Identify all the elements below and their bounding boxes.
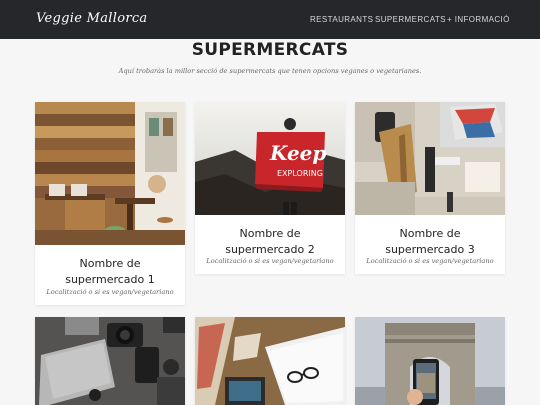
card-1-title-line2[interactable]: supermercado 1 [35, 272, 185, 287]
cafe-interior-photo [35, 102, 185, 245]
page-title: SUPERMERCATS [191, 40, 349, 60]
supermarket-card-5[interactable] [195, 317, 345, 405]
flag-text-keep: Keep [269, 141, 326, 165]
card-3-title-line2[interactable]: supermercado 3 [355, 242, 505, 257]
card-4-image[interactable] [35, 317, 185, 405]
nav-link-informacio[interactable]: + INFORMACIÓ [447, 15, 510, 24]
card-3-title-line1[interactable]: Nombre de [355, 226, 505, 241]
nav-link-restaurants[interactable]: RESTAURANTS [310, 15, 373, 24]
supermarket-card-4[interactable] [35, 317, 185, 405]
supermarket-card-3[interactable]: Nombre de supermercado 3 Localització o … [355, 102, 505, 274]
supermarket-card-1[interactable]: Nombre de supermercado 1 Localització o … [35, 102, 185, 305]
card-5-image[interactable] [195, 317, 345, 405]
laptop-camera-photo [35, 317, 185, 405]
supermarket-card-2[interactable]: Keep EXPLORING Nombre de supermercado 2 … [195, 102, 345, 274]
brand-logo[interactable]: Veggie Mallorca [36, 11, 147, 26]
card-1-title-line1[interactable]: Nombre de [35, 256, 185, 271]
card-2-image[interactable]: Keep EXPLORING [195, 102, 345, 215]
arc-de-triomphe-photo [355, 317, 505, 405]
keep-exploring-photo: Keep EXPLORING [195, 102, 345, 215]
flatlay-items-photo [355, 102, 505, 215]
card-6-image[interactable] [355, 317, 505, 405]
card-3-subtitle: Localització o si es vegan/vegetariano [366, 257, 494, 265]
nav-link-supermercats[interactable]: SUPERMERCATS [375, 15, 446, 24]
supermarket-card-6[interactable] [355, 317, 505, 405]
card-1-subtitle: Localització o si es vegan/vegetariano [46, 288, 174, 296]
desk-notebook-photo [195, 317, 345, 405]
card-2-subtitle: Localització o si es vegan/vegetariano [206, 257, 334, 265]
card-2-title-line2[interactable]: supermercado 2 [195, 242, 345, 257]
top-navbar: Veggie Mallorca RESTAURANTS SUPERMERCATS… [0, 0, 540, 39]
card-1-image[interactable] [35, 102, 185, 245]
page-subtitle: Aquí trobaràs la millor secció de superm… [118, 67, 422, 75]
card-2-title-line1[interactable]: Nombre de [195, 226, 345, 241]
card-3-image[interactable] [355, 102, 505, 215]
flag-text-exploring: EXPLORING [277, 169, 323, 178]
